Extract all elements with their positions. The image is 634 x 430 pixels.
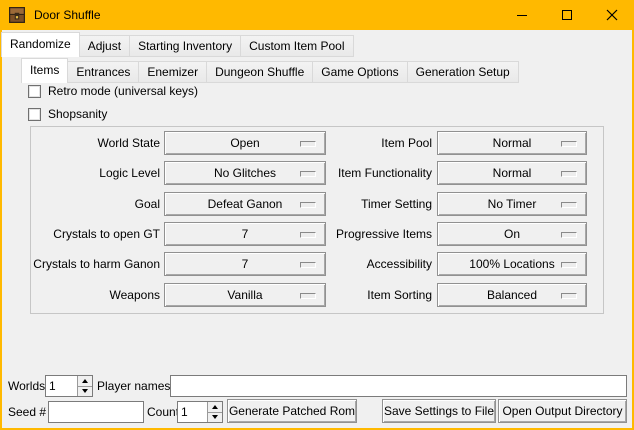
weapons-label: Weapons [25, 283, 160, 307]
accessibility-value: 100% Locations [469, 257, 554, 271]
tab-randomize[interactable]: Randomize [1, 32, 80, 57]
goal-value: Defeat Ganon [208, 197, 283, 211]
tab-adjust[interactable]: Adjust [79, 35, 130, 57]
close-button[interactable] [589, 0, 634, 30]
worlds-spin-down-button[interactable] [78, 387, 92, 397]
player-names-label: Player names [97, 375, 170, 397]
shopsanity-checkbox[interactable] [28, 108, 41, 121]
timer-setting-label: Timer Setting [295, 192, 432, 216]
tab-starting-inventory[interactable]: Starting Inventory [129, 35, 241, 57]
count-label: Count [147, 401, 179, 423]
arrow-down-icon [212, 415, 218, 419]
count-spin-up-button[interactable] [208, 402, 222, 413]
arrow-up-icon [82, 379, 88, 383]
worlds-spinbox [45, 375, 93, 397]
window-title: Door Shuffle [34, 8, 101, 22]
item-pool-dropdown[interactable]: Normal [437, 131, 587, 155]
timer-setting-dropdown[interactable]: No Timer [437, 192, 587, 216]
worlds-label: Worlds [8, 375, 45, 397]
dropdown-indicator-icon [561, 202, 577, 208]
crystals-ganon-value: 7 [242, 257, 249, 271]
progressive-items-value: On [504, 227, 520, 241]
progressive-items-dropdown[interactable]: On [437, 222, 587, 246]
count-spinbox [177, 401, 223, 423]
arrow-up-icon [212, 405, 218, 409]
arrow-down-icon [82, 389, 88, 393]
shopsanity-label: Shopsanity [48, 107, 107, 121]
maximize-button[interactable] [544, 0, 589, 30]
caption-buttons [499, 0, 634, 30]
worlds-spin-up-button[interactable] [78, 376, 92, 387]
item-sorting-value: Balanced [487, 288, 537, 302]
save-settings-button[interactable]: Save Settings to File [382, 399, 496, 423]
world-state-value: Open [230, 136, 259, 150]
world-state-label: World State [25, 131, 160, 155]
crystals-gt-label: Crystals to open GT [25, 222, 160, 246]
close-icon [606, 9, 618, 21]
logic-level-value: No Glitches [214, 166, 276, 180]
item-functionality-value: Normal [493, 166, 532, 180]
shopsanity-checkbox-row: Shopsanity [28, 107, 107, 121]
seed-input[interactable] [48, 401, 144, 423]
dropdown-indicator-icon [561, 171, 577, 177]
titlebar[interactable]: Door Shuffle [0, 0, 634, 30]
dropdown-indicator-icon [561, 293, 577, 299]
accessibility-label: Accessibility [295, 252, 432, 276]
progressive-items-label: Progressive Items [295, 222, 432, 246]
player-names-input[interactable] [170, 375, 627, 397]
logic-level-label: Logic Level [25, 161, 160, 185]
goal-label: Goal [25, 192, 160, 216]
tab-enemizer[interactable]: Enemizer [138, 61, 207, 83]
worlds-input[interactable] [46, 376, 77, 396]
item-pool-label: Item Pool [295, 131, 432, 155]
crystals-ganon-label: Crystals to harm Ganon [25, 252, 160, 276]
item-sorting-label: Item Sorting [295, 283, 432, 307]
tab-generation-setup[interactable]: Generation Setup [407, 61, 519, 83]
sub-tab-bar: Items Entrances Enemizer Dungeon Shuffle… [21, 58, 519, 83]
tab-dungeon-shuffle[interactable]: Dungeon Shuffle [206, 61, 313, 83]
crystals-gt-value: 7 [242, 227, 249, 241]
dropdown-indicator-icon [561, 141, 577, 147]
seed-label: Seed # [8, 401, 46, 423]
count-spin-down-button[interactable] [208, 413, 222, 423]
item-sorting-dropdown[interactable]: Balanced [437, 283, 587, 307]
worlds-spin-buttons [77, 376, 92, 396]
main-tab-bar: Randomize Adjust Starting Inventory Cust… [1, 32, 354, 57]
dropdown-indicator-icon [561, 262, 577, 268]
item-functionality-label: Item Functionality [295, 161, 432, 185]
minimize-button[interactable] [499, 0, 544, 30]
item-functionality-dropdown[interactable]: Normal [437, 161, 587, 185]
timer-setting-value: No Timer [488, 197, 537, 211]
retro-mode-label: Retro mode (universal keys) [48, 84, 198, 98]
minimize-icon [516, 9, 528, 21]
retro-mode-checkbox[interactable] [28, 85, 41, 98]
dropdown-indicator-icon [561, 232, 577, 238]
count-spin-buttons [207, 402, 222, 422]
item-pool-value: Normal [493, 136, 532, 150]
tab-entrances[interactable]: Entrances [67, 61, 139, 83]
tab-game-options[interactable]: Game Options [312, 61, 407, 83]
accessibility-dropdown[interactable]: 100% Locations [437, 252, 587, 276]
tab-custom-item-pool[interactable]: Custom Item Pool [240, 35, 353, 57]
retro-mode-checkbox-row: Retro mode (universal keys) [28, 84, 198, 98]
weapons-value: Vanilla [227, 288, 262, 302]
app-window: Door Shuffle Randomize Adjust Starting I… [0, 0, 634, 430]
open-output-directory-button[interactable]: Open Output Directory [498, 399, 627, 423]
treasure-chest-icon [8, 6, 26, 24]
tab-items[interactable]: Items [21, 58, 68, 83]
maximize-icon [561, 9, 573, 21]
generate-patched-rom-button[interactable]: Generate Patched Rom [227, 399, 357, 423]
count-input[interactable] [178, 402, 207, 422]
